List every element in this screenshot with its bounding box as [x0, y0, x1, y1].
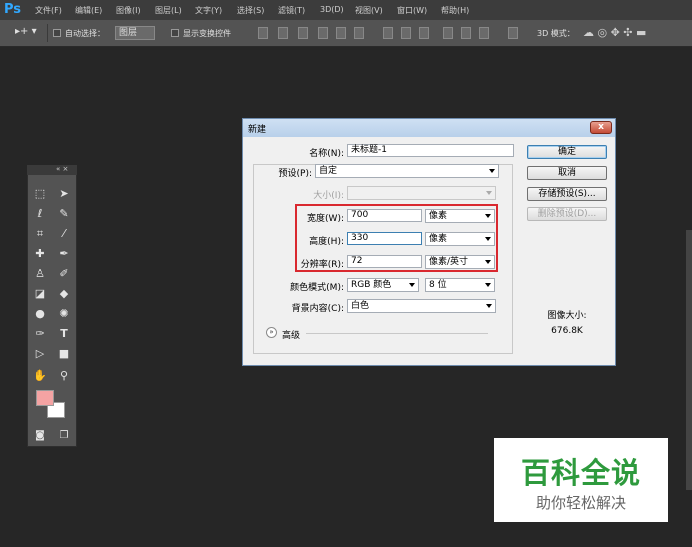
preset-dropdown[interactable]: 自定	[315, 164, 499, 178]
preset-value: 自定	[319, 166, 338, 176]
highlight-box	[295, 204, 498, 272]
move-tool-panel-icon[interactable]: ➤	[55, 186, 73, 202]
dodge-tool-icon[interactable]: ✺	[55, 306, 73, 322]
background-contents-dropdown[interactable]: 白色	[347, 299, 496, 313]
background-contents-label: 背景内容(C):	[291, 304, 344, 314]
dialog-title: 新建	[248, 125, 267, 135]
menu-window[interactable]: 窗口(W)	[397, 5, 427, 16]
ok-button[interactable]: 确定	[527, 145, 607, 159]
chevron-down-icon	[489, 169, 495, 173]
menu-layer[interactable]: 图层(L)	[155, 5, 182, 16]
screen-mode-icon[interactable]: ❐	[55, 428, 73, 444]
auto-select-type-dropdown[interactable]: 图层	[115, 26, 155, 40]
align-top-icon[interactable]	[258, 27, 268, 39]
menu-type[interactable]: 文字(Y)	[195, 5, 222, 16]
show-transform-label: 显示变换控件	[183, 29, 231, 38]
auto-select-type-value: 图层	[119, 28, 138, 38]
auto-select-label: 自动选择：	[65, 29, 105, 38]
eyedropper-tool-icon[interactable]: ⁄	[55, 226, 73, 242]
chevron-down-icon	[485, 283, 491, 287]
bit-depth-dropdown[interactable]: 8 位	[425, 278, 495, 292]
quick-mask-icon[interactable]: ◙	[31, 428, 49, 444]
eraser-tool-icon[interactable]: ◪	[31, 286, 49, 302]
size-label: 大小(I):	[313, 191, 344, 201]
cancel-button[interactable]: 取消	[527, 166, 607, 180]
paint-bucket-icon[interactable]: ◆	[55, 286, 73, 302]
auto-align-icon[interactable]	[508, 27, 518, 39]
advanced-divider	[306, 333, 488, 334]
color-mode-value: RGB 颜色	[351, 280, 392, 290]
menu-filter[interactable]: 滤镜(T)	[278, 5, 305, 16]
move-tool-icon[interactable]: ▸+ ▾	[15, 26, 37, 37]
distribute-top-icon[interactable]	[383, 27, 393, 39]
close-icon[interactable]: x	[590, 121, 612, 134]
name-label: 名称(N):	[309, 149, 344, 159]
dialog-title-bar[interactable]	[243, 119, 615, 137]
marquee-tool-icon[interactable]: ⬚	[31, 186, 49, 202]
align-left-icon[interactable]	[318, 27, 328, 39]
distribute-bottom-icon[interactable]	[419, 27, 429, 39]
menu-3d[interactable]: 3D(D)	[320, 5, 344, 14]
hand-tool-icon[interactable]: ✋	[31, 368, 49, 384]
menu-view[interactable]: 视图(V)	[355, 5, 383, 16]
background-contents-value: 白色	[351, 301, 370, 311]
right-panel-edge	[686, 230, 692, 490]
distribute-right-icon[interactable]	[479, 27, 489, 39]
delete-preset-button: 删除预设(D)...	[527, 207, 607, 221]
save-preset-button[interactable]: 存储预设(S)...	[527, 187, 607, 201]
rectangle-tool-icon[interactable]: ■	[55, 346, 73, 362]
chevron-down-icon	[486, 191, 492, 195]
align-vcenter-icon[interactable]	[278, 27, 288, 39]
preset-label: 预设(P):	[278, 169, 312, 179]
menu-bar	[0, 0, 692, 20]
options-separator	[47, 24, 48, 42]
auto-select-checkbox[interactable]	[53, 29, 61, 37]
align-right-icon[interactable]	[354, 27, 364, 39]
menu-image[interactable]: 图像(I)	[116, 5, 141, 16]
advanced-label[interactable]: 高级	[282, 328, 300, 341]
color-mode-dropdown[interactable]: RGB 颜色	[347, 278, 419, 292]
type-tool-icon[interactable]: T	[55, 326, 73, 342]
menu-edit[interactable]: 编辑(E)	[75, 5, 102, 16]
path-select-icon[interactable]: ▷	[31, 346, 49, 362]
healing-brush-icon[interactable]: ✚	[31, 246, 49, 262]
expand-advanced-icon[interactable]: »	[266, 327, 277, 338]
watermark-subtitle: 助你轻松解决	[535, 494, 626, 512]
pen-tool-icon[interactable]: ✑	[31, 326, 49, 342]
distribute-left-icon[interactable]	[443, 27, 453, 39]
clone-stamp-icon[interactable]: ♙	[31, 266, 49, 282]
zoom-tool-icon[interactable]: ⚲	[55, 368, 73, 384]
menu-help[interactable]: 帮助(H)	[441, 5, 469, 16]
image-size-value: 676.8K	[551, 326, 583, 336]
tools-panel-header[interactable]	[27, 165, 77, 175]
mode-3d-label: 3D 模式：	[537, 29, 575, 38]
menu-file[interactable]: 文件(F)	[35, 5, 62, 16]
photoshop-logo: Ps	[4, 2, 22, 17]
blur-tool-icon[interactable]: ●	[31, 306, 49, 322]
size-dropdown	[347, 186, 496, 200]
name-input[interactable]: 未标题-1	[347, 144, 514, 157]
show-transform-checkbox[interactable]	[171, 29, 179, 37]
menu-select[interactable]: 选择(S)	[237, 5, 264, 16]
lasso-tool-icon[interactable]: ℓ	[31, 206, 49, 222]
align-bottom-icon[interactable]	[298, 27, 308, 39]
crop-tool-icon[interactable]: ⌗	[31, 226, 49, 242]
align-hcenter-icon[interactable]	[336, 27, 346, 39]
chevron-down-icon	[409, 283, 415, 287]
collapse-panel-icon[interactable]: « ×	[56, 165, 68, 173]
foreground-color-swatch[interactable]	[36, 390, 54, 406]
distribute-hcenter-icon[interactable]	[461, 27, 471, 39]
3d-tools-icon[interactable]: ☁ ◎ ✥ ✣ ▬	[583, 26, 646, 39]
distribute-vcenter-icon[interactable]	[401, 27, 411, 39]
brush-tool-icon[interactable]: ✒	[55, 246, 73, 262]
chevron-down-icon	[486, 304, 492, 308]
watermark-title: 百科全说	[520, 456, 641, 490]
history-brush-icon[interactable]: ✐	[55, 266, 73, 282]
image-size-label: 图像大小:	[547, 311, 587, 321]
color-mode-label: 颜色模式(M):	[290, 283, 344, 293]
quick-select-tool-icon[interactable]: ✎	[55, 206, 73, 222]
bit-depth-value: 8 位	[429, 280, 447, 290]
